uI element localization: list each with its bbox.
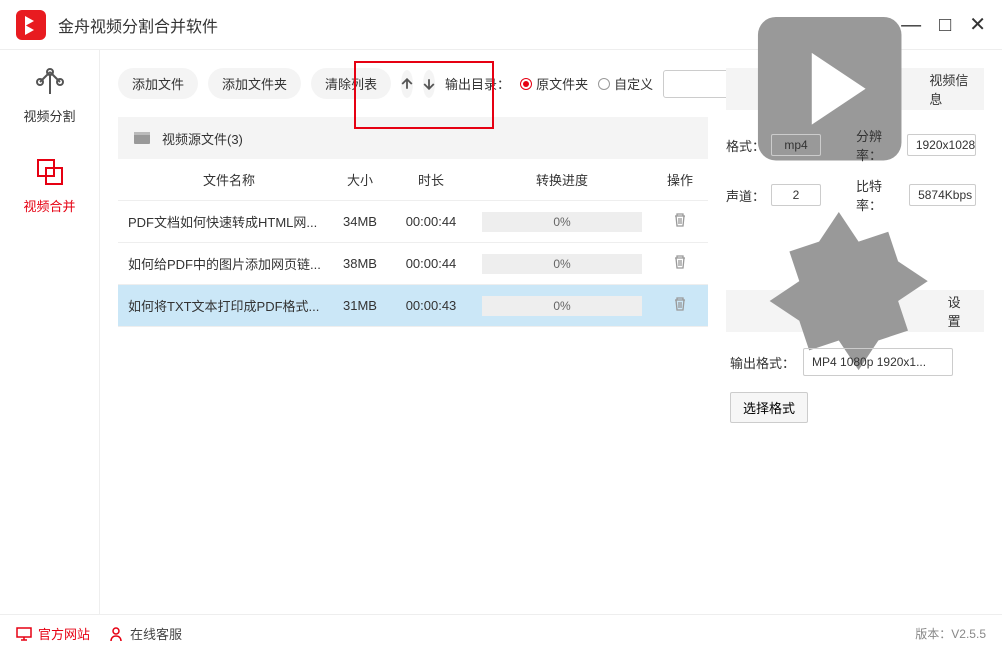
output-dir-label: 输出目录： bbox=[445, 74, 510, 93]
cell-dur: 00:00:44 bbox=[390, 214, 472, 229]
official-site-label: 官方网站 bbox=[38, 624, 90, 643]
col-name: 文件名称 bbox=[118, 170, 330, 189]
cell-name: PDF文档如何快速转成HTML网... bbox=[118, 212, 330, 231]
monitor-icon bbox=[16, 627, 32, 641]
col-op: 操作 bbox=[652, 170, 708, 189]
col-size: 大小 bbox=[330, 170, 390, 189]
trash-icon bbox=[672, 212, 688, 228]
cell-size: 31MB bbox=[330, 298, 390, 313]
resolution-label: 分辨率： bbox=[856, 126, 901, 164]
delete-row-button[interactable] bbox=[672, 258, 688, 273]
trash-icon bbox=[672, 254, 688, 270]
version-label: 版本：V2.5.5 bbox=[915, 625, 986, 642]
footer: 官方网站 在线客服 版本：V2.5.5 bbox=[0, 614, 1002, 652]
official-site-link[interactable]: 官方网站 bbox=[16, 624, 90, 643]
progress-bar: 0% bbox=[482, 212, 642, 232]
radio-dot-icon bbox=[520, 78, 532, 90]
sidebar-merge-label: 视频合并 bbox=[23, 196, 75, 215]
format-value: mp4 bbox=[771, 134, 821, 156]
bitrate-value: 5874Kbps bbox=[909, 184, 976, 206]
channel-value: 2 bbox=[771, 184, 821, 206]
radio-dot-icon bbox=[598, 78, 610, 90]
arrow-up-icon bbox=[401, 78, 413, 90]
settings-header: 设置 bbox=[726, 290, 984, 332]
video-info-title: 视频信息 bbox=[929, 70, 970, 108]
sidebar-item-merge[interactable]: 视频合并 bbox=[0, 140, 99, 230]
bitrate-label: 比特率： bbox=[856, 176, 903, 214]
arrow-down-icon bbox=[423, 78, 435, 90]
cell-dur: 00:00:44 bbox=[390, 256, 472, 271]
cell-name: 如何给PDF中的图片添加网页链... bbox=[118, 254, 330, 273]
choose-format-button[interactable]: 选择格式 bbox=[730, 392, 808, 423]
app-title: 金舟视频分割合并软件 bbox=[58, 13, 770, 37]
output-format-select[interactable]: MP4 1080p 1920x1... bbox=[803, 348, 953, 376]
sidebar: 视频分割 视频合并 bbox=[0, 50, 100, 614]
progress-bar: 0% bbox=[482, 254, 642, 274]
video-info-header: 视频信息 bbox=[726, 68, 984, 110]
clear-list-button[interactable]: 清除列表 bbox=[311, 68, 391, 99]
col-dur: 时长 bbox=[390, 170, 472, 189]
delete-row-button[interactable] bbox=[672, 300, 688, 315]
add-folder-button[interactable]: 添加文件夹 bbox=[208, 68, 301, 99]
cell-name: 如何将TXT文本打印成PDF格式... bbox=[118, 296, 330, 315]
film-icon bbox=[132, 128, 152, 148]
close-icon[interactable]: ✕ bbox=[969, 15, 986, 35]
source-panel-header: 视频源文件(3) bbox=[118, 117, 708, 159]
split-icon bbox=[34, 66, 66, 98]
cell-size: 38MB bbox=[330, 256, 390, 271]
source-title: 视频源文件(3) bbox=[162, 129, 243, 148]
output-format-label: 输出格式： bbox=[730, 353, 795, 372]
move-down-button[interactable] bbox=[423, 70, 435, 98]
format-label: 格式： bbox=[726, 136, 765, 155]
cell-dur: 00:00:43 bbox=[390, 298, 472, 313]
delete-row-button[interactable] bbox=[672, 216, 688, 231]
support-icon bbox=[108, 626, 124, 642]
cell-size: 34MB bbox=[330, 214, 390, 229]
add-file-button[interactable]: 添加文件 bbox=[118, 68, 198, 99]
table-header: 文件名称 大小 时长 转换进度 操作 bbox=[118, 159, 708, 201]
col-prog: 转换进度 bbox=[472, 170, 652, 189]
channel-label: 声道： bbox=[726, 186, 765, 205]
settings-title: 设置 bbox=[948, 292, 970, 330]
radio-source-folder[interactable]: 原文件夹 bbox=[520, 74, 588, 93]
radio-custom-folder[interactable]: 自定义 bbox=[598, 74, 653, 93]
online-service-link[interactable]: 在线客服 bbox=[108, 624, 182, 643]
toolbar: 添加文件 添加文件夹 清除列表 输出目录： 原文件夹 自定义 合并 bbox=[118, 68, 708, 99]
trash-icon bbox=[672, 296, 688, 312]
online-service-label: 在线客服 bbox=[130, 624, 182, 643]
resolution-value: 1920x1028 bbox=[907, 134, 976, 156]
table-row[interactable]: 如何将TXT文本打印成PDF格式... 31MB 00:00:43 0% bbox=[118, 285, 708, 327]
table-row[interactable]: PDF文档如何快速转成HTML网... 34MB 00:00:44 0% bbox=[118, 201, 708, 243]
sidebar-split-label: 视频分割 bbox=[23, 106, 75, 125]
progress-bar: 0% bbox=[482, 296, 642, 316]
table-row[interactable]: 如何给PDF中的图片添加网页链... 38MB 00:00:44 0% bbox=[118, 243, 708, 285]
app-logo-icon bbox=[16, 10, 46, 40]
move-up-button[interactable] bbox=[401, 70, 413, 98]
merge-icon bbox=[34, 156, 66, 188]
sidebar-item-split[interactable]: 视频分割 bbox=[0, 50, 99, 140]
maximize-icon[interactable]: □ bbox=[939, 15, 951, 35]
